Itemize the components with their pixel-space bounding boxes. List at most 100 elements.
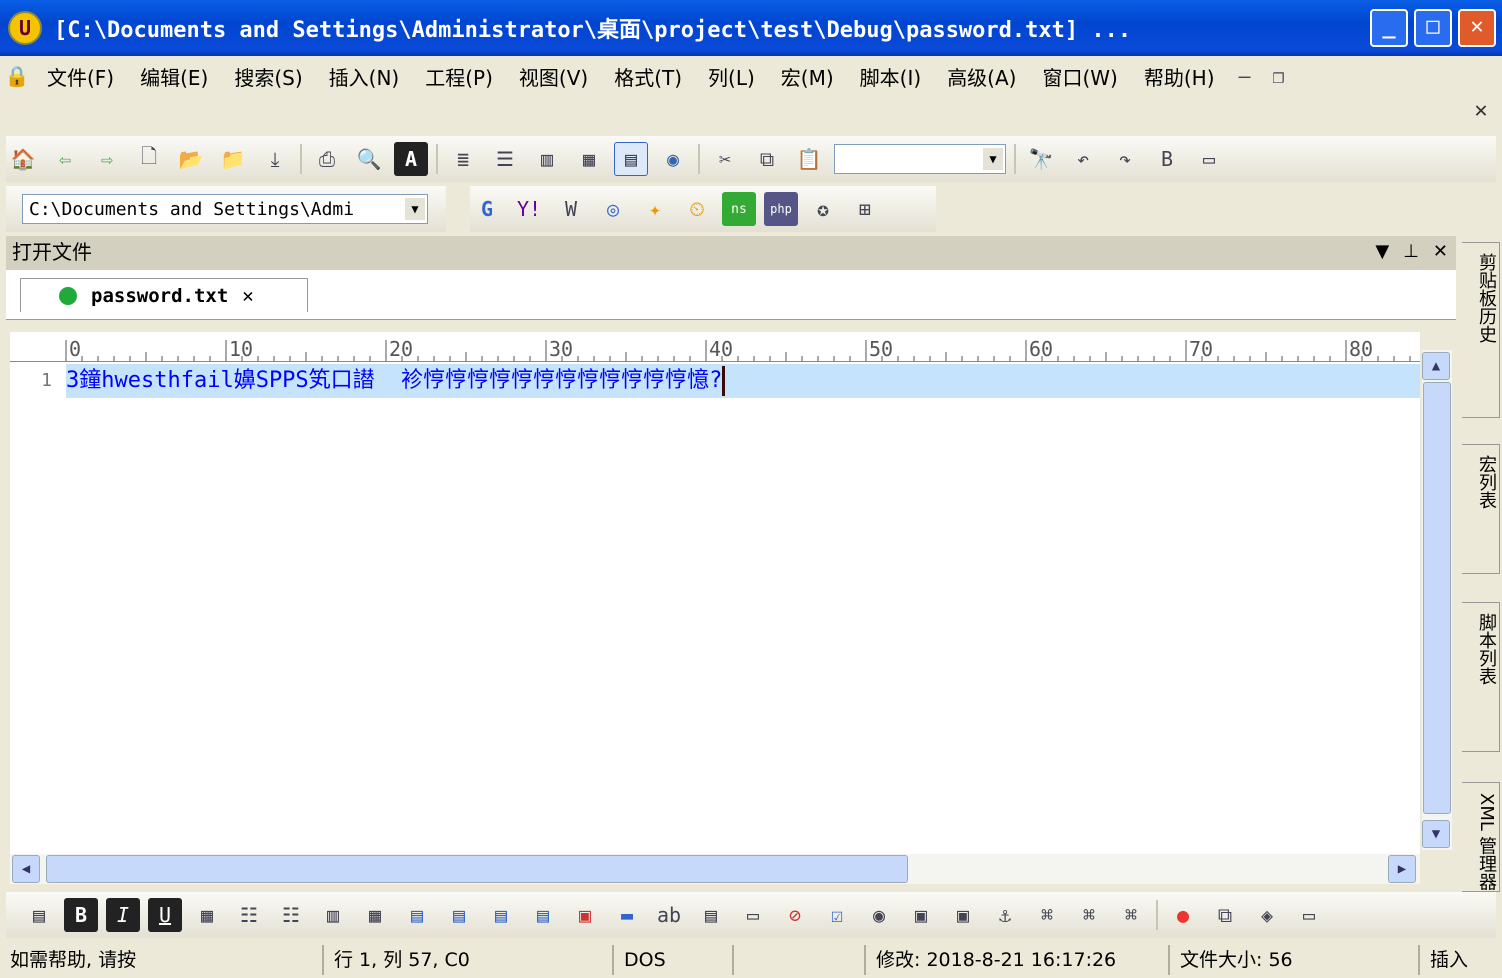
radio-icon[interactable]: ◉ [862,898,896,932]
bookmark-icon[interactable]: B [1150,142,1184,176]
underline-icon[interactable]: U [148,898,182,932]
pin-icon[interactable]: ⊥ [1403,236,1419,268]
menu-search[interactable]: 搜索(S) [221,62,315,91]
column-mode-icon[interactable]: ▥ [530,142,564,176]
span-icon[interactable]: ▤ [526,898,560,932]
yahoo-icon[interactable]: Y! [512,192,546,226]
preview-icon[interactable]: ⧉ [1208,898,1242,932]
side-tab-xml-manager[interactable]: XML 管理器 [1462,782,1500,892]
menu-edit[interactable]: 编辑(E) [127,62,221,91]
menu-view[interactable]: 视图(V) [506,62,601,91]
word-wrap-icon[interactable]: ≣ [446,142,480,176]
scroll-right-button[interactable]: ▶ [1388,855,1416,883]
tips-icon[interactable]: ⏲ [680,192,714,226]
path-combo[interactable]: C:\Documents and Settings\Admi ▼ [22,194,428,224]
idea-icon[interactable]: ✦ [638,192,672,226]
password-field-icon[interactable]: ▭ [736,898,770,932]
browser-preview-icon[interactable]: ◈ [1250,898,1284,932]
mdi-restore-button[interactable]: ❐ [1262,59,1296,93]
side-tab-macro-list[interactable]: 宏列表 [1462,444,1500,574]
php-icon[interactable]: php [764,192,798,226]
menu-insert[interactable]: 插入(N) [316,62,413,91]
close-tab-icon[interactable]: ✕ [242,285,253,307]
save-icon[interactable]: ⤓ [258,142,292,176]
menu-column[interactable]: 列(L) [695,62,768,91]
image-map-icon[interactable]: ▣ [946,898,980,932]
indent-icon[interactable]: ☰ [488,142,522,176]
toggle-bookmark-icon[interactable]: ▭ [1192,142,1226,176]
folder-up-icon[interactable]: 📁 [216,142,250,176]
menu-advanced[interactable]: 高级(A) [934,62,1029,91]
xml-icon[interactable]: ⌘ [1030,898,1064,932]
horizontal-scroll-thumb[interactable] [46,855,908,883]
print-preview-icon[interactable]: 🔍 [352,142,386,176]
find-next-icon[interactable]: ↷ [1108,142,1142,176]
google-icon[interactable]: G [470,192,504,226]
home-icon[interactable]: 🏠 [6,142,40,176]
color-icon[interactable]: ▥ [316,898,350,932]
ordered-list-icon[interactable]: ☷ [232,898,266,932]
new-file-icon[interactable]: 🗋 [132,142,166,176]
minimize-button[interactable]: _ [1370,9,1408,47]
menu-file[interactable]: 文件(F) [34,62,127,91]
menu-format[interactable]: 格式(T) [601,62,695,91]
anchor-icon[interactable]: ⚓ [988,898,1022,932]
table-icon[interactable]: ▦ [190,898,224,932]
browser-icon[interactable]: ◉ [656,142,690,176]
paste-icon[interactable]: 📋 [792,142,826,176]
side-tab-script-list[interactable]: 脚本列表 [1462,602,1500,752]
close-button[interactable]: ✕ [1458,9,1496,47]
div-icon[interactable]: ▤ [484,898,518,932]
scroll-down-button[interactable]: ▼ [1422,820,1450,848]
mdi-minimize-button[interactable]: – [1228,59,1262,93]
vertical-scroll-thumb[interactable] [1423,382,1451,814]
menu-window[interactable]: 窗口(W) [1029,62,1130,91]
tab-password-txt[interactable]: password.txt ✕ [20,278,308,312]
open-folder-icon[interactable]: 📂 [174,142,208,176]
hex-mode-icon[interactable]: ▦ [572,142,606,176]
menu-script[interactable]: 脚本(I) [847,62,935,91]
menu-help[interactable]: 帮助(H) [1131,62,1228,91]
forward-icon[interactable]: ⇨ [90,142,124,176]
color-picker-icon[interactable]: ● [1166,898,1200,932]
text-line[interactable]: 3鐘hwesthfail嬶SPPS笂口譛 袗悙悙悙悙悙悙悙悙悙悙悙悙憶? [66,364,1420,398]
doc-icon[interactable]: 🔒 [0,59,34,93]
copy-icon[interactable]: ⧉ [750,142,784,176]
textarea-icon[interactable]: ▤ [694,898,728,932]
font-icon[interactable]: A [394,142,428,176]
ultraedit-logo-icon[interactable]: U [8,11,42,45]
xhtml-icon[interactable]: ⌘ [1072,898,1106,932]
paragraph-icon[interactable]: ▤ [442,898,476,932]
heading-icon[interactable]: ▤ [400,898,434,932]
find-icon[interactable]: 🔭 [1024,142,1058,176]
search-combo[interactable]: ▼ [834,144,1006,174]
side-tab-clipboard-history[interactable]: 剪贴板历史 [1462,242,1500,418]
vertical-scrollbar[interactable]: ▲ ▼ [1422,350,1452,850]
menu-macro[interactable]: 宏(M) [768,62,847,91]
maximize-button[interactable]: □ [1414,9,1452,47]
editor-area[interactable]: 1 3鐘hwesthfail嬶SPPS笂口譛 袗悙悙悙悙悙悙悙悙悙悙悙悙憶? [10,362,1420,854]
html-list-icon[interactable]: ▤ [22,898,56,932]
image-icon[interactable]: ▣ [904,898,938,932]
hidden-field-icon[interactable]: ⊘ [778,898,812,932]
form-icon[interactable]: ▣ [568,898,602,932]
scroll-left-button[interactable]: ◀ [12,855,40,883]
checkbox-icon[interactable]: ☑ [820,898,854,932]
button-icon[interactable]: ▬ [610,898,644,932]
unordered-list-icon[interactable]: ☷ [274,898,308,932]
wikipedia-icon[interactable]: W [554,192,588,226]
bold-icon[interactable]: B [64,898,98,932]
color-table-icon[interactable]: ▦ [358,898,392,932]
menu-project[interactable]: 工程(P) [412,62,506,91]
tools-icon[interactable]: ✪ [806,192,840,226]
scroll-up-button[interactable]: ▲ [1422,352,1450,380]
close-panel-icon[interactable]: ✕ [1433,236,1448,268]
ns-icon[interactable]: ns [722,192,756,226]
windows-icon[interactable]: ⊞ [848,192,882,226]
horizontal-scrollbar[interactable]: ◀ ▶ [10,854,1420,884]
dropdown-icon[interactable]: ▼ [1375,236,1389,268]
chevron-down-icon[interactable]: ▼ [405,198,425,220]
line-numbers-icon[interactable]: ▤ [614,142,648,176]
mdi-close-button[interactable]: ✕ [1466,98,1496,126]
id-icon[interactable]: ▭ [1292,898,1326,932]
